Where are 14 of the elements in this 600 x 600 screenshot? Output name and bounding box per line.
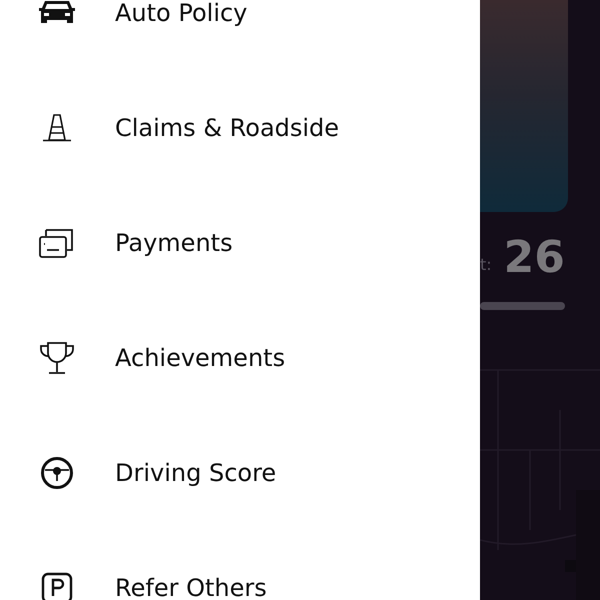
score-label: t: bbox=[480, 255, 492, 274]
menu-item[interactable]: Claims & Roadside bbox=[0, 70, 480, 185]
traffic-cone-icon bbox=[42, 112, 72, 142]
steering-wheel-icon bbox=[40, 456, 74, 490]
menu-item[interactable]: Payments bbox=[0, 185, 480, 300]
score-value: 26 bbox=[504, 236, 565, 280]
car-icon bbox=[39, 0, 75, 26]
menu-item[interactable]: Achievements bbox=[0, 300, 480, 415]
menu-item[interactable]: Driving Score bbox=[0, 415, 480, 530]
badge-icon bbox=[41, 572, 73, 600]
trophy-icon bbox=[39, 340, 75, 374]
menu-item[interactable]: Auto Policy bbox=[0, 0, 480, 70]
menu-item[interactable]: Refer Others bbox=[0, 530, 480, 600]
cards-icon bbox=[39, 226, 75, 258]
